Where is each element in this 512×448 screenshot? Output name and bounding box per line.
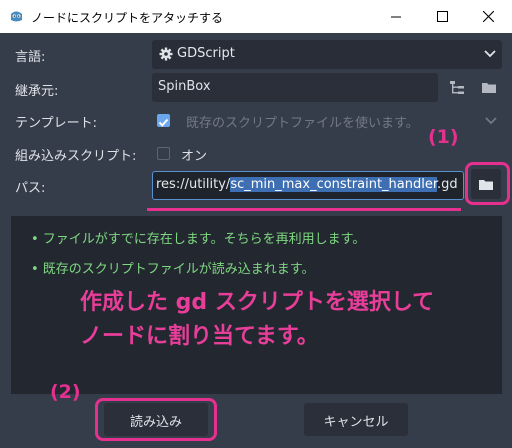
path-label: パス: — [15, 181, 46, 196]
annotation-label-1: (1) — [428, 126, 459, 148]
annotation-underline — [147, 208, 461, 211]
folder-icon — [482, 83, 496, 93]
godot-logo-icon — [11, 11, 22, 22]
message-file-exists: • ファイルがすでに存在します。そちらを再利用します。 — [31, 232, 366, 247]
inherits-field[interactable]: SpinBox — [152, 73, 438, 102]
title-bar: ノードにスクリプトをアタッチする — [0, 0, 512, 33]
close-icon — [483, 11, 494, 22]
chevron-down-icon — [484, 50, 496, 58]
path-text: res://utility/sc_min_max_constraint_hand… — [156, 177, 458, 192]
template-label: テンプレート: — [15, 116, 97, 131]
inherits-label: 継承元: — [15, 84, 59, 99]
message-existing-loaded: • 既存のスクリプトファイルが読み込まれます。 — [31, 262, 315, 277]
gear-icon — [159, 47, 173, 61]
template-value: 既存のスクリプトファイルを使います。 — [186, 116, 419, 131]
cancel-button-label: キャンセル — [323, 415, 389, 430]
check-icon — [158, 118, 169, 127]
annotation-instruction-line1: 作成した gd スクリプトを選択して — [80, 290, 435, 315]
builtin-script-label: 組み込みスクリプト: — [15, 149, 137, 164]
language-label: 言語: — [15, 50, 46, 65]
inherits-value: SpinBox — [158, 79, 211, 94]
template-checkbox[interactable] — [157, 114, 170, 127]
minimize-button[interactable] — [373, 0, 419, 33]
inherits-folder-button[interactable] — [476, 73, 502, 102]
class-tree-icon — [450, 81, 464, 94]
path-input[interactable]: res://utility/sc_min_max_constraint_hand… — [152, 171, 464, 200]
maximize-icon — [437, 11, 448, 22]
annotation-box-load — [95, 398, 217, 441]
class-tree-button[interactable] — [444, 73, 470, 102]
minimize-icon — [391, 16, 401, 18]
maximize-button[interactable] — [419, 0, 465, 33]
chevron-down-icon — [485, 117, 497, 125]
language-dropdown[interactable]: GDScript — [152, 40, 502, 69]
window-title: ノードにスクリプトをアタッチする — [31, 11, 224, 25]
annotation-box-browse — [465, 162, 510, 205]
cancel-button[interactable]: キャンセル — [304, 403, 408, 436]
path-suffix: .gd — [437, 177, 458, 192]
builtin-script-value: オン — [181, 149, 208, 164]
annotation-label-2: (2) — [50, 381, 81, 403]
path-selected-text: sc_min_max_constraint_handler — [230, 177, 437, 192]
language-value: GDScript — [177, 46, 235, 61]
close-window-button[interactable] — [465, 0, 511, 33]
path-prefix: res://utility/ — [156, 177, 231, 192]
builtin-script-checkbox[interactable] — [157, 147, 170, 160]
annotation-instruction-line2: ノードに割り当てます。 — [80, 324, 319, 349]
